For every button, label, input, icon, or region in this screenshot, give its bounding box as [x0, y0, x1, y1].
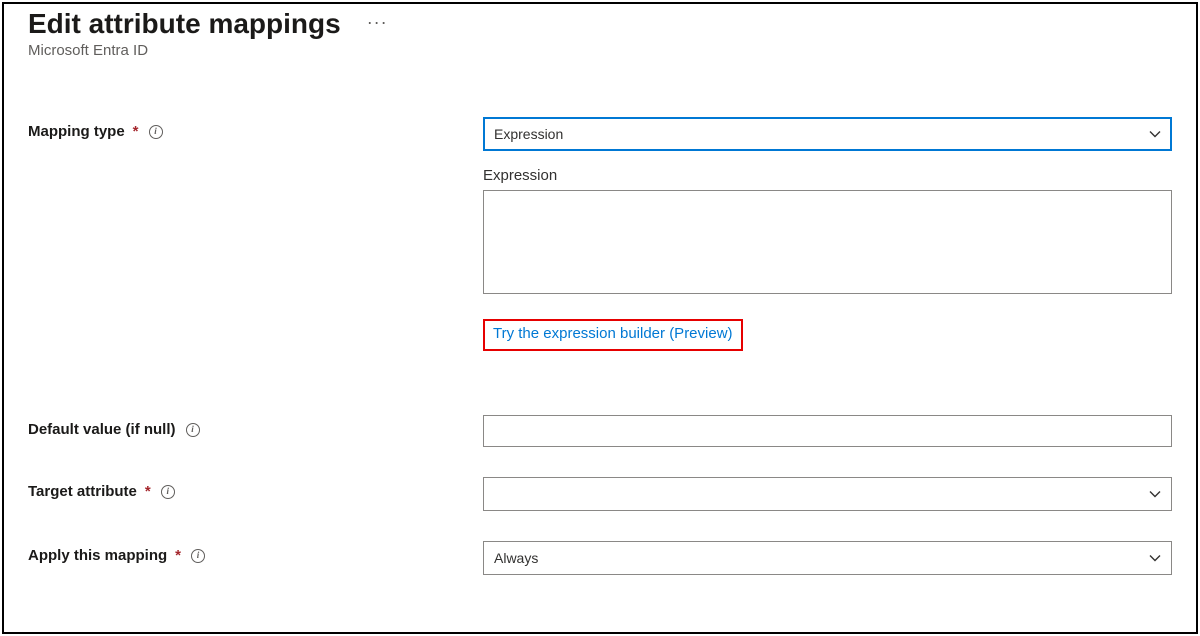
mapping-type-row: Mapping type * i Expression Expression T…: [28, 117, 1172, 385]
apply-mapping-select[interactable]: Always: [483, 541, 1172, 575]
expression-label: Expression: [483, 167, 1172, 184]
default-value-label: Default value (if null): [28, 421, 176, 438]
apply-mapping-label: Apply this mapping: [28, 547, 167, 564]
info-icon[interactable]: i: [149, 125, 163, 139]
mapping-type-label-wrap: Mapping type * i: [28, 117, 483, 140]
required-asterisk: *: [145, 483, 151, 500]
target-attribute-select[interactable]: [483, 477, 1172, 511]
page-title: Edit attribute mappings: [28, 8, 341, 40]
info-icon[interactable]: i: [186, 423, 200, 437]
target-attribute-row: Target attribute * i: [28, 477, 1172, 511]
target-attribute-label-wrap: Target attribute * i: [28, 477, 483, 500]
more-actions-button[interactable]: ···: [361, 9, 394, 35]
default-value-label-wrap: Default value (if null) i: [28, 415, 483, 438]
required-asterisk: *: [175, 547, 181, 564]
chevron-down-icon: [1149, 128, 1161, 140]
info-icon[interactable]: i: [161, 485, 175, 499]
expression-textarea[interactable]: [483, 190, 1172, 294]
panel-header: Edit attribute mappings ··· Microsoft En…: [28, 4, 1172, 59]
expression-block: Expression Try the expression builder (P…: [483, 167, 1172, 351]
mapping-type-label: Mapping type: [28, 123, 125, 140]
chevron-down-icon: [1149, 552, 1161, 564]
mapping-type-value: Expression: [494, 126, 563, 142]
info-icon[interactable]: i: [191, 549, 205, 563]
page-subtitle: Microsoft Entra ID: [28, 42, 1172, 59]
edit-attribute-mappings-panel: Edit attribute mappings ··· Microsoft En…: [2, 2, 1198, 634]
apply-mapping-value: Always: [494, 550, 538, 566]
apply-mapping-label-wrap: Apply this mapping * i: [28, 541, 483, 564]
target-attribute-label: Target attribute: [28, 483, 137, 500]
mapping-type-select[interactable]: Expression: [483, 117, 1172, 151]
default-value-row: Default value (if null) i: [28, 415, 1172, 447]
expression-builder-highlight: Try the expression builder (Preview): [483, 319, 743, 351]
mapping-form: Mapping type * i Expression Expression T…: [28, 117, 1172, 575]
try-expression-builder-link[interactable]: Try the expression builder (Preview): [493, 325, 733, 342]
apply-mapping-row: Apply this mapping * i Always: [28, 541, 1172, 575]
chevron-down-icon: [1149, 488, 1161, 500]
default-value-input[interactable]: [483, 415, 1172, 447]
required-asterisk: *: [133, 123, 139, 140]
